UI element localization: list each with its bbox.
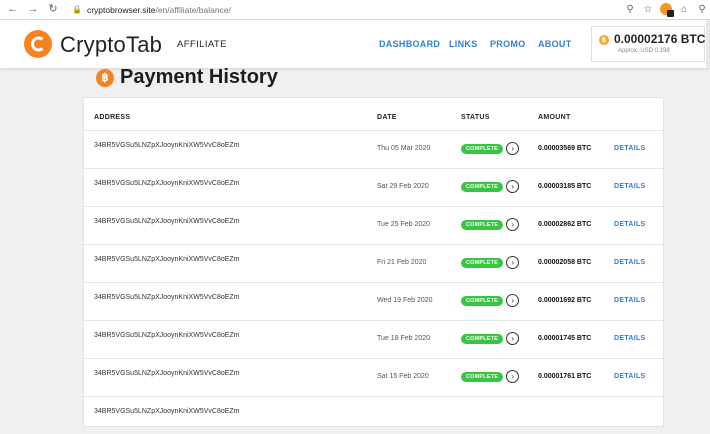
- status-badge: COMPLETE: [461, 295, 504, 306]
- table-row: 34BR5VGSu5LNZpXJooynKniXW5VvC8oEZm Tue 2…: [84, 206, 663, 244]
- address-bar[interactable]: 🔒 cryptobrowser.site/en/affiliate/balanc…: [68, 1, 628, 18]
- row-date: Tue 25 Feb 2020: [377, 221, 431, 228]
- details-link[interactable]: DETAILS: [614, 259, 646, 266]
- status-badge: COMPLETE: [461, 219, 504, 230]
- cryptotab-extension-icon[interactable]: [660, 3, 674, 17]
- chevron-right-icon[interactable]: ›: [506, 256, 520, 269]
- zoom-icon[interactable]: ⚲: [624, 3, 636, 15]
- chevron-right-icon[interactable]: ›: [506, 294, 520, 307]
- column-header-date: DATE: [377, 114, 397, 121]
- forward-arrow-icon[interactable]: →: [26, 3, 40, 17]
- home-icon[interactable]: ⌂: [678, 3, 690, 15]
- row-address: 34BR5VGSu5LNZpXJooynKniXW5VvC8oEZm: [94, 180, 240, 187]
- logo-subtitle: AFFILIATE: [177, 39, 227, 50]
- header-edge-divider: [706, 20, 710, 68]
- table-row: 34BR5VGSu5LNZpXJooynKniXW5VvC8oEZm: [84, 396, 663, 434]
- row-address: 34BR5VGSu5LNZpXJooynKniXW5VvC8oEZm: [94, 218, 240, 225]
- extension-badge-icon: [667, 10, 674, 17]
- row-date: Thu 05 Mar 2020: [377, 145, 431, 152]
- site-header: CryptoTab AFFILIATE DASHBOARD LINKS PROM…: [0, 20, 710, 68]
- row-address: 34BR5VGSu5LNZpXJooynKniXW5VvC8oEZm: [94, 370, 240, 377]
- row-amount: 0.00002862 BTC: [538, 221, 592, 228]
- balance-widget[interactable]: ฿ 0.00002176 BTC Approx. USD 0.198: [591, 26, 705, 62]
- row-amount: 0.00001692 BTC: [538, 297, 592, 304]
- status-badge: COMPLETE: [461, 257, 504, 268]
- table-row: 34BR5VGSu5LNZpXJooynKniXW5VvC8oEZm Tue 1…: [84, 320, 663, 358]
- column-header-status: STATUS: [461, 114, 490, 121]
- row-amount: 0.00001745 BTC: [538, 335, 592, 342]
- bitcoin-icon: ฿: [96, 68, 114, 87]
- row-date: Fri 21 Feb 2020: [377, 259, 427, 266]
- chevron-right-icon[interactable]: ›: [506, 218, 520, 231]
- status-badge: COMPLETE: [461, 181, 504, 192]
- bookmark-star-icon[interactable]: ☆: [642, 3, 654, 15]
- details-link[interactable]: DETAILS: [614, 297, 646, 304]
- balance-value: 0.00002176 BTC: [614, 32, 706, 46]
- nav-about[interactable]: ABOUT: [538, 39, 572, 49]
- search-icon[interactable]: ⚲: [696, 3, 708, 15]
- row-amount: 0.00002058 BTC: [538, 259, 592, 266]
- url-path: /en/affiliate/balance/: [155, 4, 231, 15]
- balance-approx: Approx. USD 0.198: [618, 48, 670, 54]
- nav-dashboard[interactable]: DASHBOARD: [379, 39, 440, 49]
- row-address: 34BR5VGSu5LNZpXJooynKniXW5VvC8oEZm: [94, 332, 240, 339]
- row-date: Wed 19 Feb 2020: [377, 297, 433, 304]
- status-badge: COMPLETE: [461, 371, 504, 382]
- chevron-right-icon[interactable]: ›: [506, 180, 520, 193]
- nav-links[interactable]: LINKS: [449, 39, 478, 49]
- page-title-text: Payment History: [120, 66, 278, 88]
- details-link[interactable]: DETAILS: [614, 335, 646, 342]
- row-date: Tue 18 Feb 2020: [377, 335, 431, 342]
- lock-icon: 🔒: [72, 5, 82, 14]
- column-header-amount: AMOUNT: [538, 114, 571, 121]
- details-link[interactable]: DETAILS: [614, 373, 646, 380]
- chevron-right-icon[interactable]: ›: [506, 142, 520, 155]
- chevron-right-icon[interactable]: ›: [506, 370, 520, 383]
- browser-toolbar: ← → ↻ 🔒 cryptobrowser.site/en/affiliate/…: [0, 0, 710, 20]
- table-row: 34BR5VGSu5LNZpXJooynKniXW5VvC8oEZm Sat 2…: [84, 168, 663, 206]
- chevron-right-icon[interactable]: ›: [506, 332, 520, 345]
- row-date: Sat 29 Feb 2020: [377, 183, 429, 190]
- column-header-address: ADDRESS: [94, 114, 131, 121]
- bitcoin-icon: ฿: [599, 35, 609, 45]
- table-row: 34BR5VGSu5LNZpXJooynKniXW5VvC8oEZm Wed 1…: [84, 282, 663, 320]
- row-amount: 0.00001761 BTC: [538, 373, 592, 380]
- row-amount: 0.00003569 BTC: [538, 145, 592, 152]
- reload-icon[interactable]: ↻: [46, 3, 60, 17]
- row-date: Sat 15 Feb 2020: [377, 373, 429, 380]
- details-link[interactable]: DETAILS: [614, 183, 646, 190]
- status-badge: COMPLETE: [461, 143, 504, 154]
- logo-text[interactable]: CryptoTab: [60, 32, 162, 58]
- nav-promo[interactable]: PROMO: [490, 39, 526, 49]
- cryptotab-logo-icon[interactable]: [24, 30, 52, 58]
- url-host: cryptobrowser.site: [86, 4, 156, 15]
- page-title: ฿ Payment History: [96, 66, 278, 89]
- details-link[interactable]: DETAILS: [614, 221, 646, 228]
- table-row: 34BR5VGSu5LNZpXJooynKniXW5VvC8oEZm Thu 0…: [84, 130, 663, 168]
- row-address: 34BR5VGSu5LNZpXJooynKniXW5VvC8oEZm: [94, 294, 240, 301]
- row-address: 34BR5VGSu5LNZpXJooynKniXW5VvC8oEZm: [94, 256, 240, 263]
- table-row: 34BR5VGSu5LNZpXJooynKniXW5VvC8oEZm Sat 1…: [84, 358, 663, 396]
- status-badge: COMPLETE: [461, 333, 504, 344]
- row-amount: 0.00003185 BTC: [538, 183, 592, 190]
- row-address: 34BR5VGSu5LNZpXJooynKniXW5VvC8oEZm: [94, 142, 240, 149]
- row-address: 34BR5VGSu5LNZpXJooynKniXW5VvC8oEZm: [94, 408, 240, 415]
- payment-history-table: ADDRESS DATE STATUS AMOUNT 34BR5VGSu5LNZ…: [83, 97, 664, 427]
- table-row: 34BR5VGSu5LNZpXJooynKniXW5VvC8oEZm Fri 2…: [84, 244, 663, 282]
- back-arrow-icon[interactable]: ←: [6, 3, 20, 17]
- details-link[interactable]: DETAILS: [614, 145, 646, 152]
